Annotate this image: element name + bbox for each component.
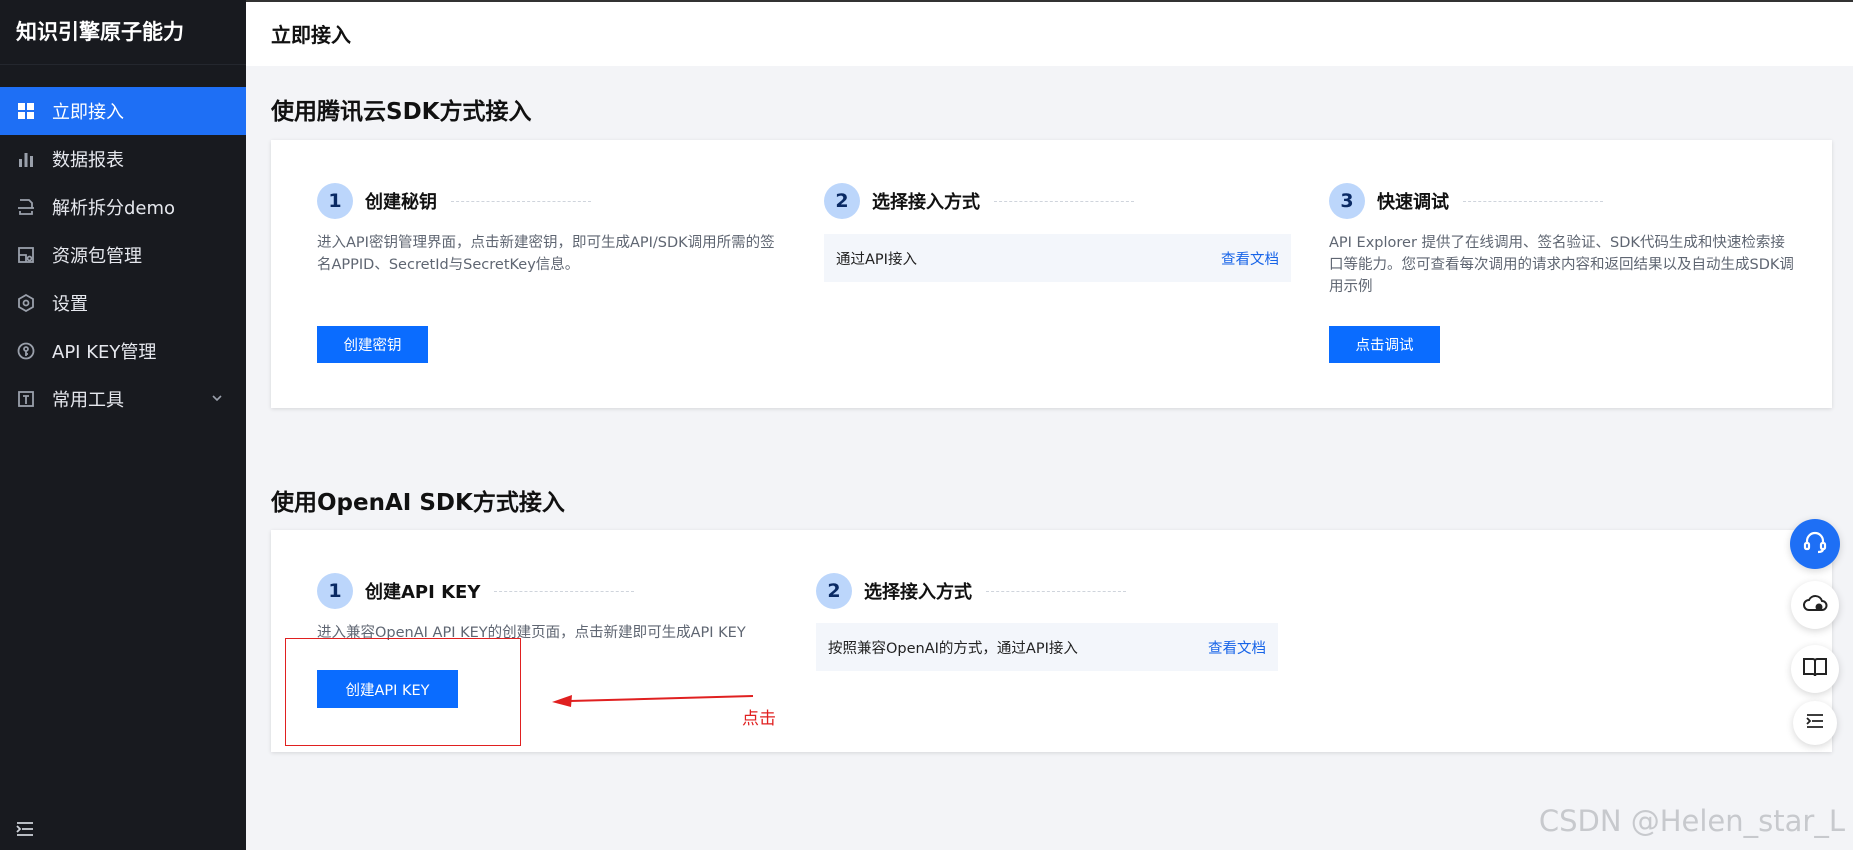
sidebar-item-reports[interactable]: 数据报表: [0, 135, 246, 183]
sdk-step-select-method: 2 选择接入方式: [824, 182, 1294, 220]
list-icon: [1806, 713, 1824, 733]
view-docs-link[interactable]: 查看文档: [1221, 248, 1279, 269]
step-title: 快速调试: [1377, 192, 1449, 213]
bar-chart-icon: [16, 149, 36, 169]
step-number: 2: [816, 573, 852, 609]
step-number: 3: [1329, 183, 1365, 219]
menu-tool-button[interactable]: [1793, 701, 1837, 745]
tools-icon: [16, 389, 36, 409]
step-divider: [1463, 200, 1603, 202]
sidebar-item-label: 设置: [52, 294, 88, 315]
step-title: 选择接入方式: [872, 192, 980, 213]
key-icon: [16, 341, 36, 361]
step-number: 1: [317, 183, 353, 219]
step-divider: [986, 590, 1126, 592]
headset-icon: [1802, 529, 1828, 559]
openai-step-create-api-key: 1 创建API KEY 进入兼容OpenAI API KEY的创建页面，点击新建…: [317, 572, 787, 644]
create-key-button[interactable]: 创建密钥: [317, 326, 428, 363]
step-description: 进入API密钥管理界面，点击新建密钥，即可生成API/SDK调用所需的签名APP…: [317, 235, 775, 273]
annotation-arrow: [552, 695, 754, 707]
method-option: 按照兼容OpenAI的方式，通过API接入 查看文档: [816, 623, 1278, 671]
sidebar-nav: 立即接入 数据报表 解析拆分demo 资源包管理 设置 API KEY管理 常用…: [0, 87, 246, 423]
annotation-text: 点击: [742, 709, 776, 729]
package-icon: [16, 245, 36, 265]
annotation-highlight-box: [285, 638, 521, 746]
step-number: 2: [824, 183, 860, 219]
cloud-tool-button[interactable]: [1791, 581, 1839, 629]
sdk-section-card: 1 创建秘钥 进入API密钥管理界面，点击新建密钥，即可生成API/SDK调用所…: [271, 140, 1832, 408]
chevron-down-icon: [210, 389, 224, 410]
cloud-icon: [1802, 592, 1828, 618]
page-header: 立即接入: [246, 0, 1853, 66]
split-icon: [16, 197, 36, 217]
page-title: 立即接入: [271, 23, 351, 47]
method-label: 通过API接入: [836, 251, 917, 268]
openai-section-title: 使用OpenAI SDK方式接入: [271, 490, 565, 516]
sidebar-item-label: 常用工具: [52, 390, 124, 411]
grid-icon: [16, 101, 36, 121]
sidebar-item-settings[interactable]: 设置: [0, 279, 246, 327]
sidebar-item-label: 资源包管理: [52, 246, 142, 267]
sidebar-item-tools[interactable]: 常用工具: [0, 375, 246, 423]
step-divider: [994, 200, 1134, 202]
step-divider: [494, 590, 635, 592]
sdk-section-title: 使用腾讯云SDK方式接入: [271, 99, 532, 125]
debug-button[interactable]: 点击调试: [1329, 326, 1440, 363]
docs-tool-button[interactable]: [1791, 645, 1839, 693]
sidebar-item-parse-demo[interactable]: 解析拆分demo: [0, 183, 246, 231]
step-divider: [451, 200, 591, 202]
sidebar-item-label: 数据报表: [52, 150, 124, 171]
step-title: 创建秘钥: [365, 192, 437, 213]
method-option: 通过API接入 查看文档: [824, 234, 1291, 282]
sidebar-item-quick-access[interactable]: 立即接入: [0, 87, 246, 135]
menu-collapse-icon[interactable]: [16, 821, 34, 840]
step-title: 选择接入方式: [864, 582, 972, 603]
step-description: API Explorer 提供了在线调用、签名验证、SDK代码生成和快速检索接口…: [1329, 235, 1794, 295]
brand-title: 知识引擎原子能力: [0, 0, 246, 65]
sidebar-item-label: API KEY管理: [52, 342, 157, 363]
customer-service-button[interactable]: [1790, 519, 1840, 569]
sidebar-item-packages[interactable]: 资源包管理: [0, 231, 246, 279]
view-docs-link[interactable]: 查看文档: [1208, 637, 1266, 658]
sdk-step-create-key: 1 创建秘钥 进入API密钥管理界面，点击新建密钥，即可生成API/SDK调用所…: [317, 182, 787, 276]
book-icon: [1802, 656, 1828, 682]
watermark: CSDN @Helen_star_L: [1538, 804, 1845, 838]
openai-step-select-method: 2 选择接入方式: [816, 572, 1286, 610]
gear-icon: [16, 293, 36, 313]
step-title: 创建API KEY: [365, 582, 481, 603]
sdk-step-debug: 3 快速调试 API Explorer 提供了在线调用、签名验证、SDK代码生成…: [1329, 182, 1799, 298]
sidebar-item-api-key[interactable]: API KEY管理: [0, 327, 246, 375]
sidebar-item-label: 立即接入: [52, 102, 124, 123]
sidebar-item-label: 解析拆分demo: [52, 198, 176, 219]
step-number: 1: [317, 573, 353, 609]
sidebar: 知识引擎原子能力 立即接入 数据报表 解析拆分demo 资源包管理 设置 API…: [0, 0, 246, 850]
method-label: 按照兼容OpenAI的方式，通过API接入: [828, 640, 1078, 657]
